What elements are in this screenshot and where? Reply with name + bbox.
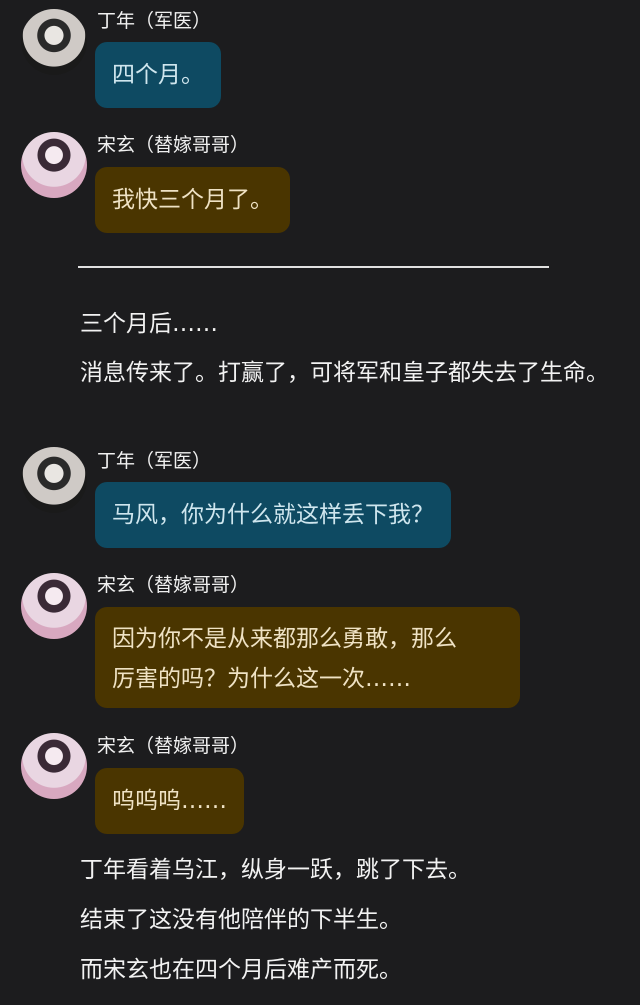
sender-name: 宋玄（替嫁哥哥） bbox=[97, 574, 250, 596]
sender-name: 宋玄（替嫁哥哥） bbox=[97, 134, 250, 156]
avatar-dingnian[interactable] bbox=[21, 447, 87, 513]
avatar-songxuan[interactable] bbox=[21, 132, 87, 198]
narration-text: 三个月后…… bbox=[80, 311, 218, 337]
message-bubble[interactable]: 四个月。 bbox=[95, 42, 221, 108]
message-bubble[interactable]: 马风，你为什么就这样丢下我？ bbox=[95, 482, 451, 548]
sender-name: 丁年（军医） bbox=[97, 450, 212, 472]
sender-name: 丁年（军医） bbox=[97, 10, 212, 32]
message-text: 因为你不是从来都那么勇敢，那么 bbox=[112, 626, 457, 652]
message-bubble[interactable]: 因为你不是从来都那么勇敢，那么 厉害的吗？为什么这一次…… bbox=[95, 607, 520, 708]
message-text: 马风，你为什么就这样丢下我？ bbox=[112, 502, 434, 528]
message-text: 四个月。 bbox=[112, 62, 204, 88]
message-bubble[interactable]: 我快三个月了。 bbox=[95, 167, 290, 233]
avatar-dingnian[interactable] bbox=[21, 9, 87, 75]
message-text: 我快三个月了。 bbox=[112, 187, 273, 213]
message-text: 呜呜呜…… bbox=[112, 788, 227, 814]
narration-text: 而宋玄也在四个月后难产而死。 bbox=[80, 957, 402, 983]
narration-text: 消息传来了。打赢了，可将军和皇子都失去了生命。 bbox=[80, 360, 609, 386]
sender-name: 宋玄（替嫁哥哥） bbox=[97, 735, 250, 757]
narration-text: 结束了这没有他陪伴的下半生。 bbox=[80, 907, 402, 933]
section-divider bbox=[78, 266, 549, 268]
message-text: 厉害的吗？为什么这一次…… bbox=[112, 666, 411, 692]
message-bubble[interactable]: 呜呜呜…… bbox=[95, 768, 244, 834]
narration-text: 丁年看着乌江，纵身一跃，跳了下去。 bbox=[80, 857, 471, 883]
avatar-songxuan[interactable] bbox=[21, 733, 87, 799]
avatar-songxuan[interactable] bbox=[21, 573, 87, 639]
